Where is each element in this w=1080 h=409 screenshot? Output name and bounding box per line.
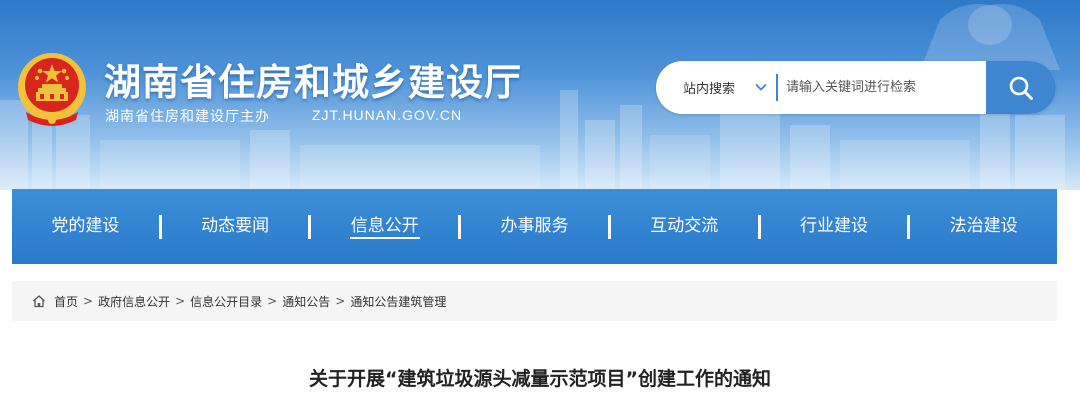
breadcrumb-item-gov-info[interactable]: 政府信息公开 [98, 293, 170, 310]
breadcrumb-item-catalog[interactable]: 信息公开目录 [190, 293, 262, 310]
main-nav: 党的建设 动态要闻 信息公开 办事服务 互动交流 行业建设 法治建设 [12, 189, 1057, 264]
breadcrumb-item-construction-notices[interactable]: 通知公告建筑管理 [350, 293, 446, 310]
search-bar: 站内搜索 [656, 61, 1056, 114]
nav-item-industry[interactable]: 行业建设 [761, 189, 908, 264]
chevron-down-icon [755, 83, 767, 91]
search-input[interactable] [786, 71, 982, 103]
breadcrumb-separator: > [335, 294, 346, 308]
search-divider [776, 74, 778, 101]
breadcrumb-separator: > [175, 294, 186, 308]
nav-item-services[interactable]: 办事服务 [461, 189, 608, 264]
search-button[interactable] [986, 61, 1056, 114]
breadcrumb-separator: > [267, 294, 278, 308]
site-domain: ZJT.HUNAN.GOV.CN [312, 107, 463, 123]
nav-item-news[interactable]: 动态要闻 [162, 189, 309, 264]
nav-item-interaction[interactable]: 互动交流 [611, 189, 758, 264]
search-icon [1009, 76, 1033, 100]
national-emblem-icon [18, 53, 86, 126]
nav-item-party-building[interactable]: 党的建设 [12, 189, 159, 264]
breadcrumb-item-home[interactable]: 首页 [54, 293, 78, 310]
breadcrumb-separator: > [83, 294, 94, 308]
site-sponsor: 湖南省住房和建设厅主办 [105, 109, 270, 125]
site-header: 湖南省住房和城乡建设厅 湖南省住房和建设厅主办 ZJT.HUNAN.GOV.CN… [0, 0, 1080, 190]
monument-statue-illustration [920, 4, 1060, 70]
breadcrumb-item-notices[interactable]: 通知公告 [282, 293, 330, 310]
home-icon[interactable] [32, 294, 46, 308]
article-title: 关于开展“建筑垃圾源头减量示范项目”创建工作的通知 [309, 368, 771, 390]
breadcrumb: 首页 > 政府信息公开 > 信息公开目录 > 通知公告 > 通知公告建筑管理 [12, 281, 1057, 321]
search-scope-select[interactable]: 站内搜索 [656, 61, 776, 114]
nav-item-rule-of-law[interactable]: 法治建设 [910, 189, 1057, 264]
nav-item-info-disclosure[interactable]: 信息公开 [311, 189, 458, 264]
search-scope-label: 站内搜索 [683, 82, 736, 97]
site-title: 湖南省住房和城乡建设厅 [104, 61, 522, 104]
